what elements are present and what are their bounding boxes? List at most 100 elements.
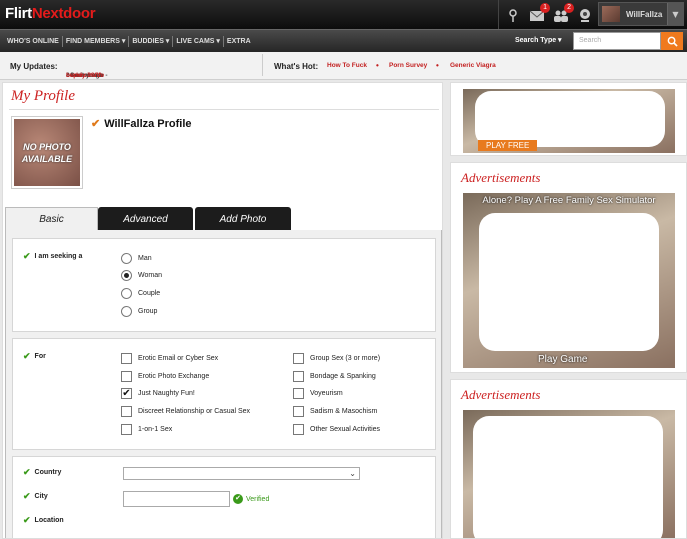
checkbox-naughty-fun[interactable]: ✔ Just Naughty Fun! [121,388,195,399]
whats-hot-title: What's Hot: [274,62,319,71]
play-game-button[interactable]: Play Game [538,354,587,365]
ad-blur-overlay [479,213,659,351]
nav-bar: WHO'S ONLINE FIND MEMBERS ▾ BUDDIES ▾ LI… [0,29,687,52]
checkbox-label: Bondage & Spanking [310,373,376,380]
tab-advanced[interactable]: Advanced [98,207,193,231]
checkbox-other[interactable]: Other Sexual Activities [293,424,380,435]
checkbox-discreet[interactable]: Discreet Relationship or Casual Sex [121,406,250,417]
checkbox[interactable] [293,353,304,364]
divider [9,109,439,110]
webcam-icon[interactable] [575,5,595,25]
seeking-section: ✔ I am seeking a Man Woman Couple Group [12,238,436,332]
seeking-label-text: I am seeking a [34,253,83,260]
check-icon: ✔ [233,494,243,504]
hot-link[interactable]: Generic Viagra [450,62,496,69]
hot-separator: • [436,61,439,70]
friends-badge: 2 [564,2,574,13]
ad-banner[interactable] [463,410,675,538]
check-icon: ✔ [23,515,31,525]
ad-banner[interactable]: PLAY FREE [463,89,675,153]
mail-icon[interactable]: 1 [527,2,550,25]
site-logo[interactable]: FlirtNextdoor [5,5,96,22]
location-section: ✔ Country ⌄ ✔ City ✔ Verified ✔ Location [12,456,436,538]
nav-find-members[interactable]: FIND MEMBERS ▾ [63,37,129,45]
checkbox-sadism[interactable]: Sadism & Masochism [293,406,377,417]
checkbox[interactable] [121,353,132,364]
radio-couple[interactable]: Couple [121,288,160,299]
ad-panel-top: PLAY FREE [450,82,687,156]
available-text: AVAILABLE [21,153,73,164]
verified-badge: ✔ Verified [233,494,269,504]
city-label-text: City [34,493,48,500]
mail-badge: 1 [540,2,550,13]
checkbox-label: Discreet Relationship or Casual Sex [138,408,251,415]
ad-headline: Alone? Play A Free Family Sex Simulator [482,195,656,206]
updates-bar: My Updates: 34 mins ago - cepero3082 - S… [0,52,687,80]
radio-button[interactable] [121,253,132,264]
for-section: ✔ For Erotic Email or Cyber Sex Erotic Ph… [12,338,436,450]
seeking-label: ✔ I am seeking a [23,251,82,262]
page-title: My Profile [11,88,76,104]
nav-buddies[interactable]: BUDDIES ▾ [129,37,172,45]
verified-text: Verified [246,495,270,503]
signal-icon[interactable] [503,5,523,25]
checkbox[interactable] [121,371,132,382]
updates-title: My Updates: [10,62,58,71]
logo-text-part3: tdoor [58,5,96,22]
checkbox-label: 1-on-1 Sex [138,426,173,433]
for-label-text: For [34,353,46,360]
checkbox-label: Voyeurism [310,390,343,397]
checkbox-checked[interactable]: ✔ [121,388,132,399]
checkbox-bondage[interactable]: Bondage & Spanking [293,371,376,382]
profile-tabs: Basic Advanced Add Photo [3,207,442,231]
top-icons: 1 2 [498,0,595,29]
chevron-down-icon[interactable]: ▼ [667,3,683,25]
radio-button[interactable] [121,306,132,317]
checkbox-label: Group Sex (3 or more) [310,355,381,362]
tab-basic[interactable]: Basic [5,207,98,231]
checkbox[interactable] [121,424,132,435]
checkbox[interactable] [121,406,132,417]
checkbox[interactable] [293,406,304,417]
radio-group[interactable]: Group [121,306,157,317]
checkbox-group-sex[interactable]: Group Sex (3 or more) [293,353,380,364]
checkbox-photo-exchange[interactable]: Erotic Photo Exchange [121,371,209,382]
check-icon: ✔ [23,351,31,361]
search-input[interactable]: Search [573,32,661,50]
checkbox-one-on-one[interactable]: 1-on-1 Sex [121,424,172,435]
checkbox-label: Just Naughty Fun! [138,390,195,397]
profile-name-text: WillFallza Profile [104,118,192,130]
country-select[interactable]: ⌄ [123,467,360,480]
update-action-link[interactable]: buddy invite [66,72,104,79]
nav-live-cams[interactable]: LIVE CAMS ▾ [173,37,223,45]
radio-button[interactable] [121,270,132,281]
user-menu[interactable]: WillFallza ▼ [598,2,684,26]
checkbox[interactable] [293,371,304,382]
top-bar: FlirtNextdoor 1 2 WillFallza ▼ [0,0,687,29]
search-type-dropdown[interactable]: Search Type ▾ [515,36,562,44]
checkbox-voyeurism[interactable]: Voyeurism [293,388,343,399]
checkbox-cyber-sex[interactable]: Erotic Email or Cyber Sex [121,353,218,364]
checkbox-label: Erotic Email or Cyber Sex [138,355,219,362]
ad-banner[interactable]: Alone? Play A Free Family Sex Simulator … [463,193,675,368]
hot-link[interactable]: How To Fuck [327,62,367,69]
radio-label: Group [138,308,158,315]
location-label-text: Location [34,517,64,524]
friends-icon[interactable]: 2 [551,2,574,25]
hot-link[interactable]: Porn Survey [389,62,427,69]
radio-button[interactable] [121,288,132,299]
checkbox[interactable] [293,388,304,399]
search-button[interactable] [661,32,683,50]
play-free-button[interactable]: PLAY FREE [478,140,538,151]
checkbox[interactable] [293,424,304,435]
ad-panel-bottom: Advertisements [450,379,687,539]
tab-add-photo[interactable]: Add Photo [195,207,291,231]
nav-whos-online[interactable]: WHO'S ONLINE [4,38,62,45]
profile-photo[interactable]: NO PHOTO AVAILABLE [11,116,83,189]
radio-woman[interactable]: Woman [121,270,162,281]
profile-name: ✔ WillFallza Profile [91,117,192,130]
city-input[interactable] [123,491,230,507]
country-label-text: Country [34,469,62,476]
nav-extra[interactable]: EXTRA [224,38,254,45]
radio-man[interactable]: Man [121,253,152,264]
